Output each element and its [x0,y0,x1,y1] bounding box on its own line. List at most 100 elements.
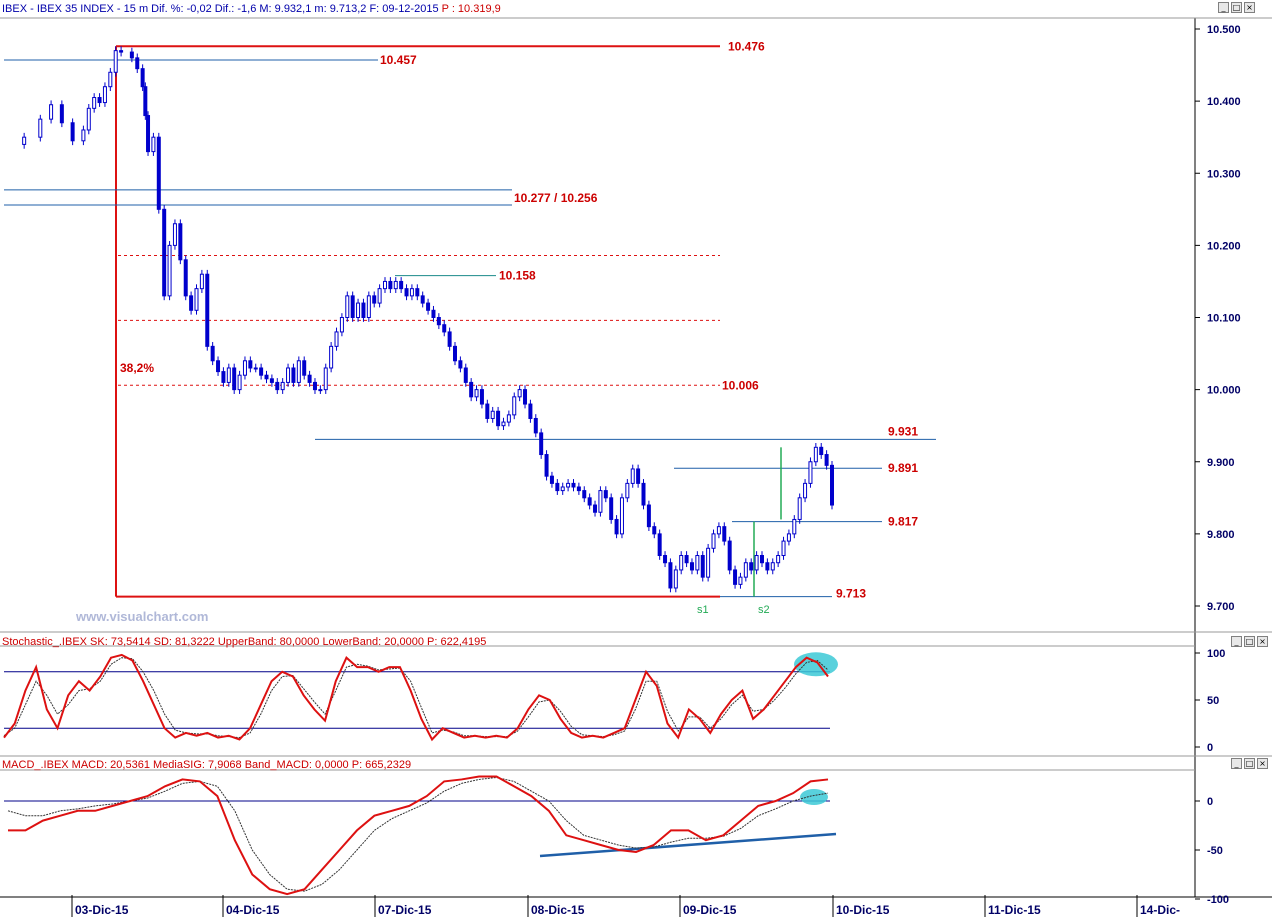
close-icon[interactable]: × [1244,2,1255,13]
candle-body [680,556,683,570]
candle-body [276,382,279,389]
candle-body [23,137,26,144]
candle-body [470,382,473,396]
candle-body [701,556,704,578]
candle-body [184,260,187,296]
candle-body [637,469,640,483]
level-label-10457: 10.457 [380,53,417,67]
candle-body [604,491,607,498]
close-icon[interactable]: × [1257,758,1268,769]
candle-body [340,318,343,332]
candle-body [685,556,688,563]
candle-body [238,375,241,389]
candle-body [157,137,160,209]
candle-body [588,498,591,505]
candle-body [561,487,564,491]
candle-body [367,296,370,318]
candle-body [227,368,230,382]
candle-body [831,465,834,505]
candle-body [335,332,338,346]
candle-body [744,563,747,577]
macd-header: MACD_.IBEX MACD: 20,5361 MediaSIG: 7,906… [2,759,411,771]
candle-body [313,382,316,389]
macd-line [8,777,828,895]
candle-body [82,130,85,141]
candle-body [540,433,543,455]
candle-body [410,289,413,296]
candle-body [265,375,268,379]
candle-body [734,570,737,584]
macd-window-buttons: _ □ × [1231,758,1268,769]
header-max: M: 9.932,1 [256,3,311,15]
candle-body [550,476,553,483]
y-tick-label: 10.300 [1207,168,1241,180]
stoch-y-tick-label: 50 [1207,695,1219,707]
macd-signal-line [8,777,828,891]
candle-body [750,563,753,570]
candle-body [190,296,193,310]
x-tick-label: 14-Dic- [1140,903,1180,917]
candle-body [669,563,672,588]
maximize-icon[interactable]: □ [1231,2,1242,13]
candle-body [572,483,575,487]
header-min: m: 9.713,2 [311,3,366,15]
candle-body [98,98,101,103]
candle-body [798,498,801,520]
candle-body [389,281,392,288]
candle-body [287,368,290,382]
candle-body [615,519,618,533]
candle-body [319,390,322,391]
candle-body [653,527,656,534]
candle-body [351,296,354,318]
candle-body [50,105,53,119]
fib-label-38: 38,2% [120,361,154,375]
watermark: www.visualchart.com [75,609,208,624]
minimize-icon[interactable]: _ [1231,636,1242,647]
candle-body [820,447,823,454]
candle-body [529,404,532,418]
candle-body [130,52,133,58]
candle-body [254,368,257,369]
candle-body [303,361,306,375]
macd-highlight [800,789,828,805]
y-tick-label: 9.700 [1207,601,1235,613]
candle-body [475,390,478,397]
close-icon[interactable]: × [1257,636,1268,647]
candle-body [114,51,117,73]
candle-body [524,390,527,404]
y-tick-label: 9.800 [1207,529,1235,541]
x-tick-label: 09-Dic-15 [683,903,737,917]
candle-body [771,563,774,570]
stoch-y-tick-label: 0 [1207,742,1213,754]
chart-window: IBEX - IBEX 35 INDEX - 15 m Dif. %: -0,0… [0,0,1272,917]
minimize-icon[interactable]: _ [1218,2,1229,13]
candle-body [502,422,505,426]
candle-body [324,368,327,390]
candle-body [626,483,629,497]
y-tick-label: 10.100 [1207,313,1241,325]
x-tick-label: 04-Dic-15 [226,903,280,917]
macd-y-tick-label: -100 [1207,894,1229,906]
candle-body [464,368,467,382]
candle-body [416,289,419,296]
minimize-icon[interactable]: _ [1231,758,1242,769]
candle-body [373,296,376,303]
candle-body [642,483,645,505]
candle-body [270,379,273,383]
candle-body [459,361,462,368]
candle-body [87,108,90,130]
header-date: F: 09-12-2015 [366,3,438,15]
candle-body [760,556,763,563]
candle-body [60,105,63,123]
header-symbol: IBEX - IBEX 35 INDEX - 15 m [2,3,148,15]
candle-body [120,51,123,52]
candle-body [206,274,209,346]
main-header: IBEX - IBEX 35 INDEX - 15 m Dif. %: -0,0… [2,3,501,15]
candle-body [330,346,333,368]
level-label-9713: 9.713 [836,587,866,601]
candle-body [357,303,360,317]
maximize-icon[interactable]: □ [1244,636,1255,647]
candle-body [804,483,807,497]
candle-body [222,372,225,383]
maximize-icon[interactable]: □ [1244,758,1255,769]
